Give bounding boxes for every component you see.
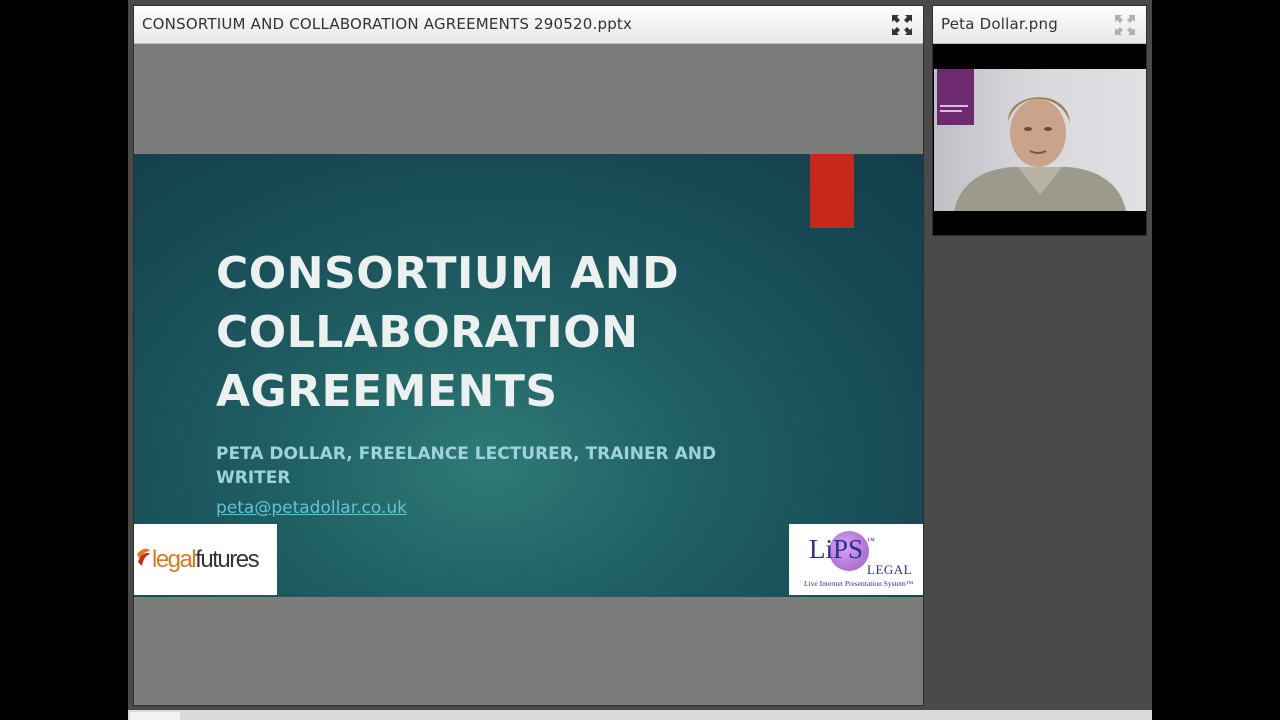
slide-subtitle-line: WRITER	[216, 468, 291, 488]
slide-subtitle: PETA DOLLAR, FREELANCE LECTURER, TRAINER…	[216, 442, 776, 490]
presenter-video	[934, 69, 1146, 211]
slide-title-line: AGREEMENTS	[216, 366, 558, 417]
camera-pod: Peta Dollar.png	[932, 5, 1147, 236]
share-pod: CONSORTIUM AND COLLABORATION AGREEMENTS …	[133, 5, 924, 706]
slide-accent-bar	[810, 154, 854, 228]
slide-subtitle-line: PETA DOLLAR, FREELANCE LECTURER, TRAINER…	[216, 444, 717, 464]
slide-email-link[interactable]: peta@petadollar.co.uk	[216, 498, 407, 518]
legalfutures-text-futures: futures	[195, 546, 259, 573]
bottom-bar	[128, 710, 1152, 720]
legalfutures-logo: legalfutures	[134, 524, 277, 595]
camera-pod-title: Peta Dollar.png	[941, 15, 1058, 33]
lips-logo-trademark: ™	[867, 536, 875, 545]
lips-logo-legal: LEGAL	[867, 562, 913, 577]
share-content-area: CONSORTIUM AND COLLABORATION AGREEMENTS …	[134, 44, 923, 705]
presentation-slide: CONSORTIUM AND COLLABORATION AGREEMENTS …	[134, 154, 923, 597]
share-pod-title: CONSORTIUM AND COLLABORATION AGREEMENTS …	[142, 15, 633, 33]
share-fullscreen-button[interactable]	[891, 14, 913, 36]
lips-logo-tagline: Live Internet Presentation System™	[804, 579, 914, 588]
expand-arrows-icon	[892, 15, 912, 35]
slide-title-line: CONSORTIUM AND	[216, 248, 680, 299]
legalfutures-wordmark: legalfutures	[152, 546, 260, 574]
slide-title: CONSORTIUM AND COLLABORATION AGREEMENTS	[216, 244, 776, 421]
camera-fullscreen-button[interactable]	[1114, 14, 1136, 36]
camera-pod-header: Peta Dollar.png	[933, 6, 1146, 44]
expand-arrows-icon	[1115, 15, 1135, 35]
legalfutures-text-legal: legal	[152, 546, 197, 573]
presenter-image	[937, 69, 1126, 211]
slide-title-line: COLLABORATION	[216, 307, 639, 358]
lips-legal-logo: LiPS ™ LEGAL Live Internet Presentation …	[789, 524, 923, 595]
share-pod-header: CONSORTIUM AND COLLABORATION AGREEMENTS …	[134, 6, 923, 44]
bottom-tab	[130, 712, 180, 720]
lips-logo-text: LiPS	[809, 534, 864, 564]
